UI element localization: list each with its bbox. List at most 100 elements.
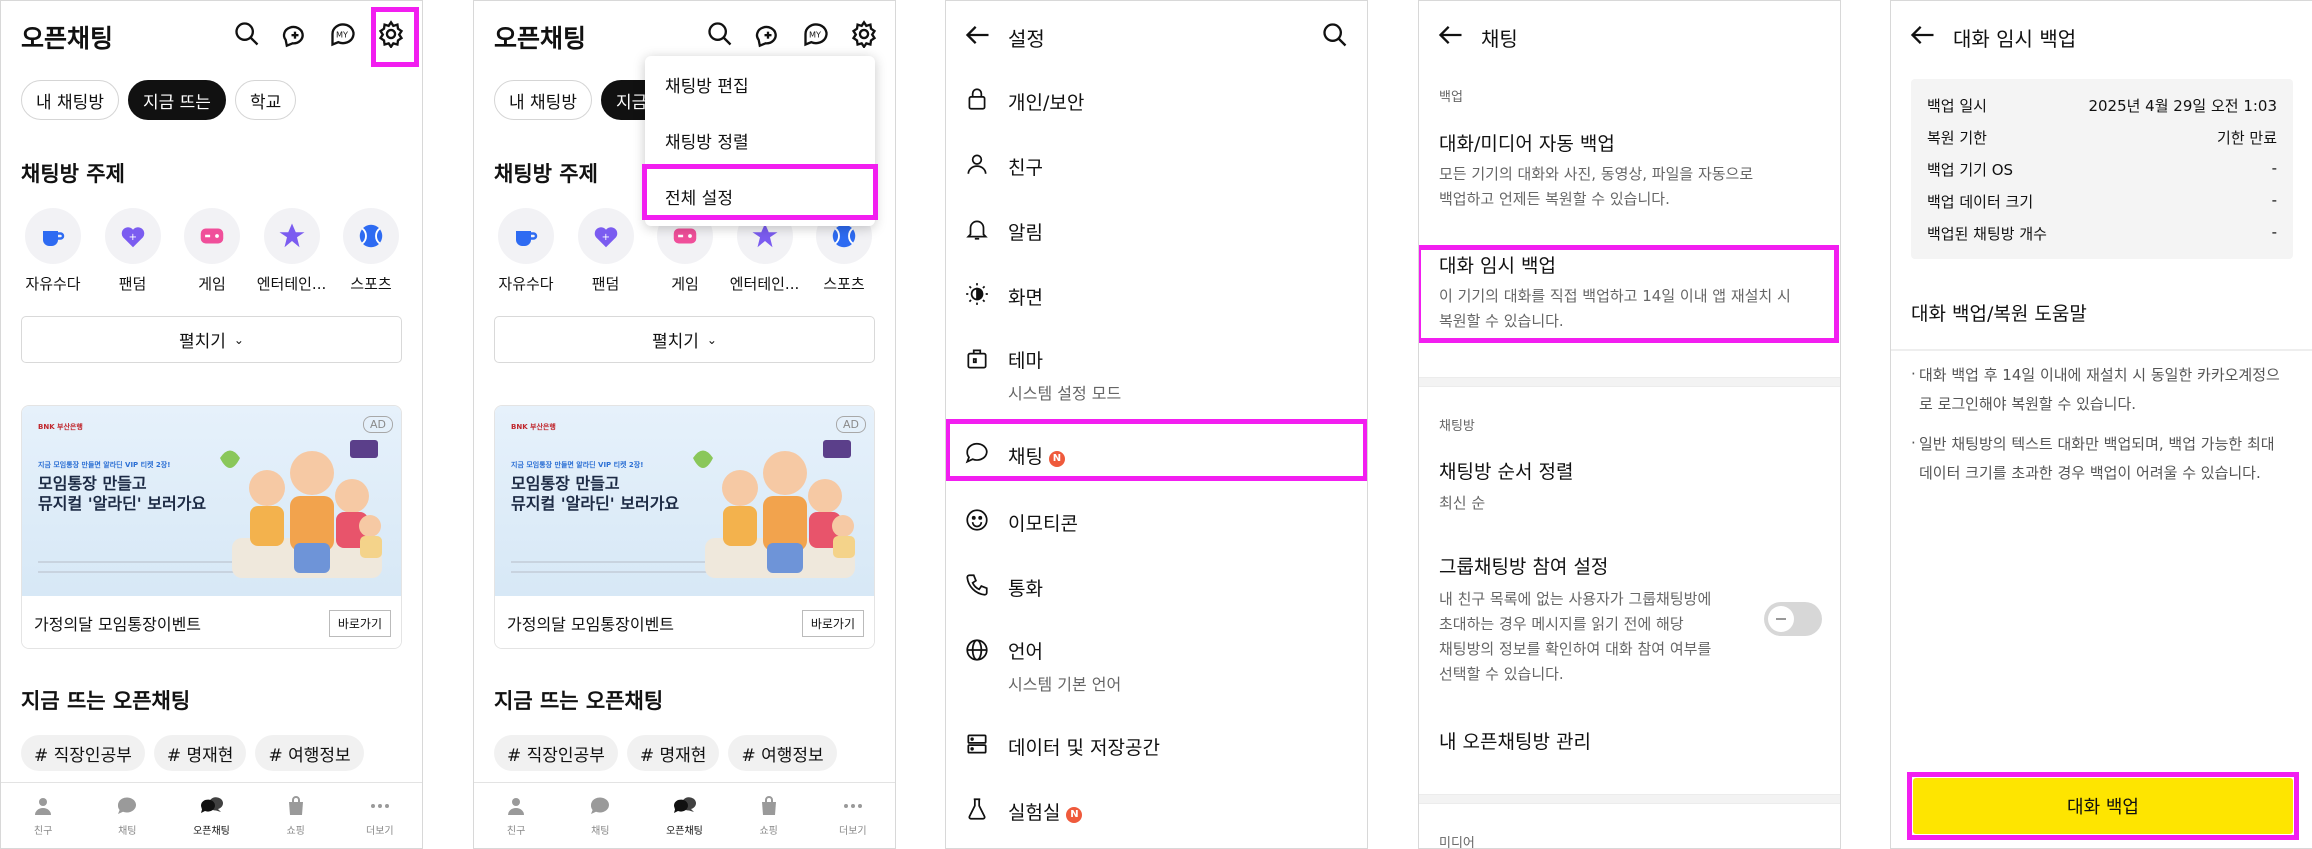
settings-item-emoticon[interactable]: 이모티콘 [946,501,1367,541]
back-arrow-icon[interactable] [1909,21,1937,49]
temp-backup-screen: 대화 임시 백업 백업 일시 2025년 4월 29일 오전 1:03 복원 기한… [1890,0,2312,849]
nav-more[interactable]: 더보기 [823,794,883,837]
open-chat-icon [201,797,224,813]
settings-item-storage[interactable]: 데이터 및 저장공간 [946,725,1367,765]
chevron-down-icon: ⌄ [706,332,717,347]
menu-item-all-settings[interactable]: 전체 설정 [665,184,733,209]
shopping-bag-icon [761,796,776,815]
settings-item-lab[interactable]: 실험실 N [946,790,1367,830]
nav-shopping[interactable]: 쇼핑 [739,794,799,837]
nav-shopping[interactable]: 쇼핑 [266,794,326,837]
nav-open-chat[interactable]: 오픈채팅 [181,794,241,837]
expand-button[interactable]: 펼치기 ⌄ [494,316,875,363]
ad-headline: 모임통장 만들고 뮤지컬 '알라딘' 보러가요 [38,474,207,513]
svg-text:+: + [128,232,136,243]
page-title: 설정 [1008,27,1045,51]
manage-open-chat-item[interactable]: 내 오픈채팅방 관리 [1439,727,1591,754]
menu-item-edit-rooms[interactable]: 채팅방 편집 [665,72,749,97]
my-profile-icon[interactable]: MY [801,19,831,49]
coffee-cup-icon [25,208,81,264]
backup-info-box: 백업 일시 2025년 4월 29일 오전 1:03 복원 기한 기한 만료 백업 … [1911,79,2293,259]
settings-item-chat[interactable]: 채팅 N [946,434,1367,474]
topic-item[interactable]: + 팬덤 [570,208,642,294]
tag-chip[interactable]: # 직장인공부 [494,735,618,771]
topic-item[interactable]: 스포츠 [335,208,407,294]
coffee-cup-icon [498,208,554,264]
star-icon [263,208,320,264]
person-icon [508,798,525,815]
nav-more[interactable]: 더보기 [350,794,410,837]
gamepad-icon [184,208,240,264]
topic-item[interactable]: 자유수다 [490,208,562,294]
ad-fine-print [511,561,711,573]
info-row: 백업 데이터 크기 - [1927,191,2277,211]
add-chat-icon[interactable] [280,19,310,49]
topic-item[interactable]: 자유수다 [17,208,89,294]
topic-item[interactable]: + 팬덤 [97,208,169,294]
open-chat-screen: 오픈채팅 MY 내 채팅방 지금 뜨는 학교 채팅방 주제 자유수다 + 팬덤 게… [0,0,423,849]
search-icon[interactable] [705,19,735,49]
tag-chip[interactable]: # 직장인공부 [21,735,145,771]
phone-icon [966,574,988,596]
back-arrow-icon[interactable] [1437,21,1465,49]
shopping-bag-icon [288,796,303,815]
tab-trending[interactable]: 지금 뜨는 [127,80,226,120]
ad-go-button[interactable]: 바로가기 [801,609,864,637]
person-icon [35,798,52,815]
topic-item[interactable]: 엔터테인... [256,208,328,294]
bottom-nav: 친구 채팅 오픈채팅 쇼핑 더보기 [1,782,422,848]
tag-chip[interactable]: # 명재현 [153,735,247,771]
nav-chats[interactable]: 채팅 [97,794,157,837]
settings-screen: 설정 개인/보안 친구 알림 화면 테마 시스템 설정 모드 채팅 N 이모티콘 … [945,0,1368,849]
settings-item-privacy[interactable]: 개인/보안 [946,80,1367,120]
settings-item-display[interactable]: 화면 [946,275,1367,315]
nav-friends[interactable]: 친구 [486,794,546,837]
chat-bubble-icon [965,442,988,464]
settings-item-call[interactable]: 통화 [946,566,1367,606]
ad-go-button[interactable]: 바로가기 [328,609,391,637]
info-row: 백업된 채팅방 개수 - [1927,223,2277,243]
back-arrow-icon[interactable] [964,21,992,49]
nav-open-chat[interactable]: 오픈채팅 [654,794,714,837]
section-divider [1419,377,1840,387]
help-link[interactable]: 대화 백업/복원 도움말 [1911,299,2087,326]
ad-banner[interactable]: BNK 부산은행 지금 모임통장 만들면 알라딘 VIP 티켓 2장! 모임통장… [21,405,402,649]
note-item: 대화 백업 후 14일 이내에 재설치 시 동일한 카카오계정으로 로그인해야 … [1911,360,2291,419]
bottom-nav: 친구 채팅 오픈채팅 쇼핑 더보기 [474,782,895,848]
tab-school[interactable]: 학교 [234,80,297,120]
expand-button[interactable]: 펼치기 ⌄ [21,316,402,363]
settings-item-friends[interactable]: 친구 [946,145,1367,185]
settings-item-language[interactable]: 언어 시스템 기본 언어 [946,631,1367,696]
search-icon[interactable] [1321,21,1349,49]
menu-item-sort-rooms[interactable]: 채팅방 정렬 [665,128,749,153]
header: 설정 [946,1,1367,71]
my-profile-icon[interactable]: MY [328,19,358,49]
section-divider [1419,794,1840,804]
gear-icon[interactable] [376,19,406,49]
gear-icon[interactable] [849,19,879,49]
header-actions: MY [232,19,406,49]
backup-button[interactable]: 대화 백업 [1913,778,2293,834]
info-row: 백업 일시 2025년 4월 29일 오전 1:03 [1927,97,2277,115]
header: 채팅 [1419,1,1840,71]
tag-chip[interactable]: # 명재현 [626,735,720,771]
lock-icon [968,88,986,110]
tab-my-chats[interactable]: 내 채팅방 [494,80,592,120]
search-icon[interactable] [232,19,262,49]
group-join-toggle[interactable] [1764,602,1822,636]
topic-item[interactable]: 게임 [176,208,248,294]
section-caption-chatroom: 채팅방 [1439,419,1475,434]
nav-chats[interactable]: 채팅 [570,794,630,837]
add-chat-icon[interactable] [753,19,783,49]
topics-title: 채팅방 주제 [21,162,125,186]
ad-banner[interactable]: BNK 부산은행 지금 모임통장 만들면 알라딘 VIP 티켓 2장! 모임통장… [494,405,875,649]
info-row: 백업 기기 OS - [1927,159,2277,179]
tab-my-chats[interactable]: 내 채팅방 [21,80,119,120]
tag-chip[interactable]: # 여행정보 [728,735,837,771]
tag-chip[interactable]: # 여행정보 [255,735,364,771]
nav-friends[interactable]: 친구 [13,794,73,837]
settings-item-theme[interactable]: 테마 시스템 설정 모드 [946,340,1367,405]
header: 대화 임시 백업 [1891,1,2312,71]
settings-item-alerts[interactable]: 알림 [946,210,1367,250]
note-item: 일반 채팅방의 텍스트 대화만 백업되며, 백업 가능한 최대 데이터 크기를 … [1911,429,2291,488]
